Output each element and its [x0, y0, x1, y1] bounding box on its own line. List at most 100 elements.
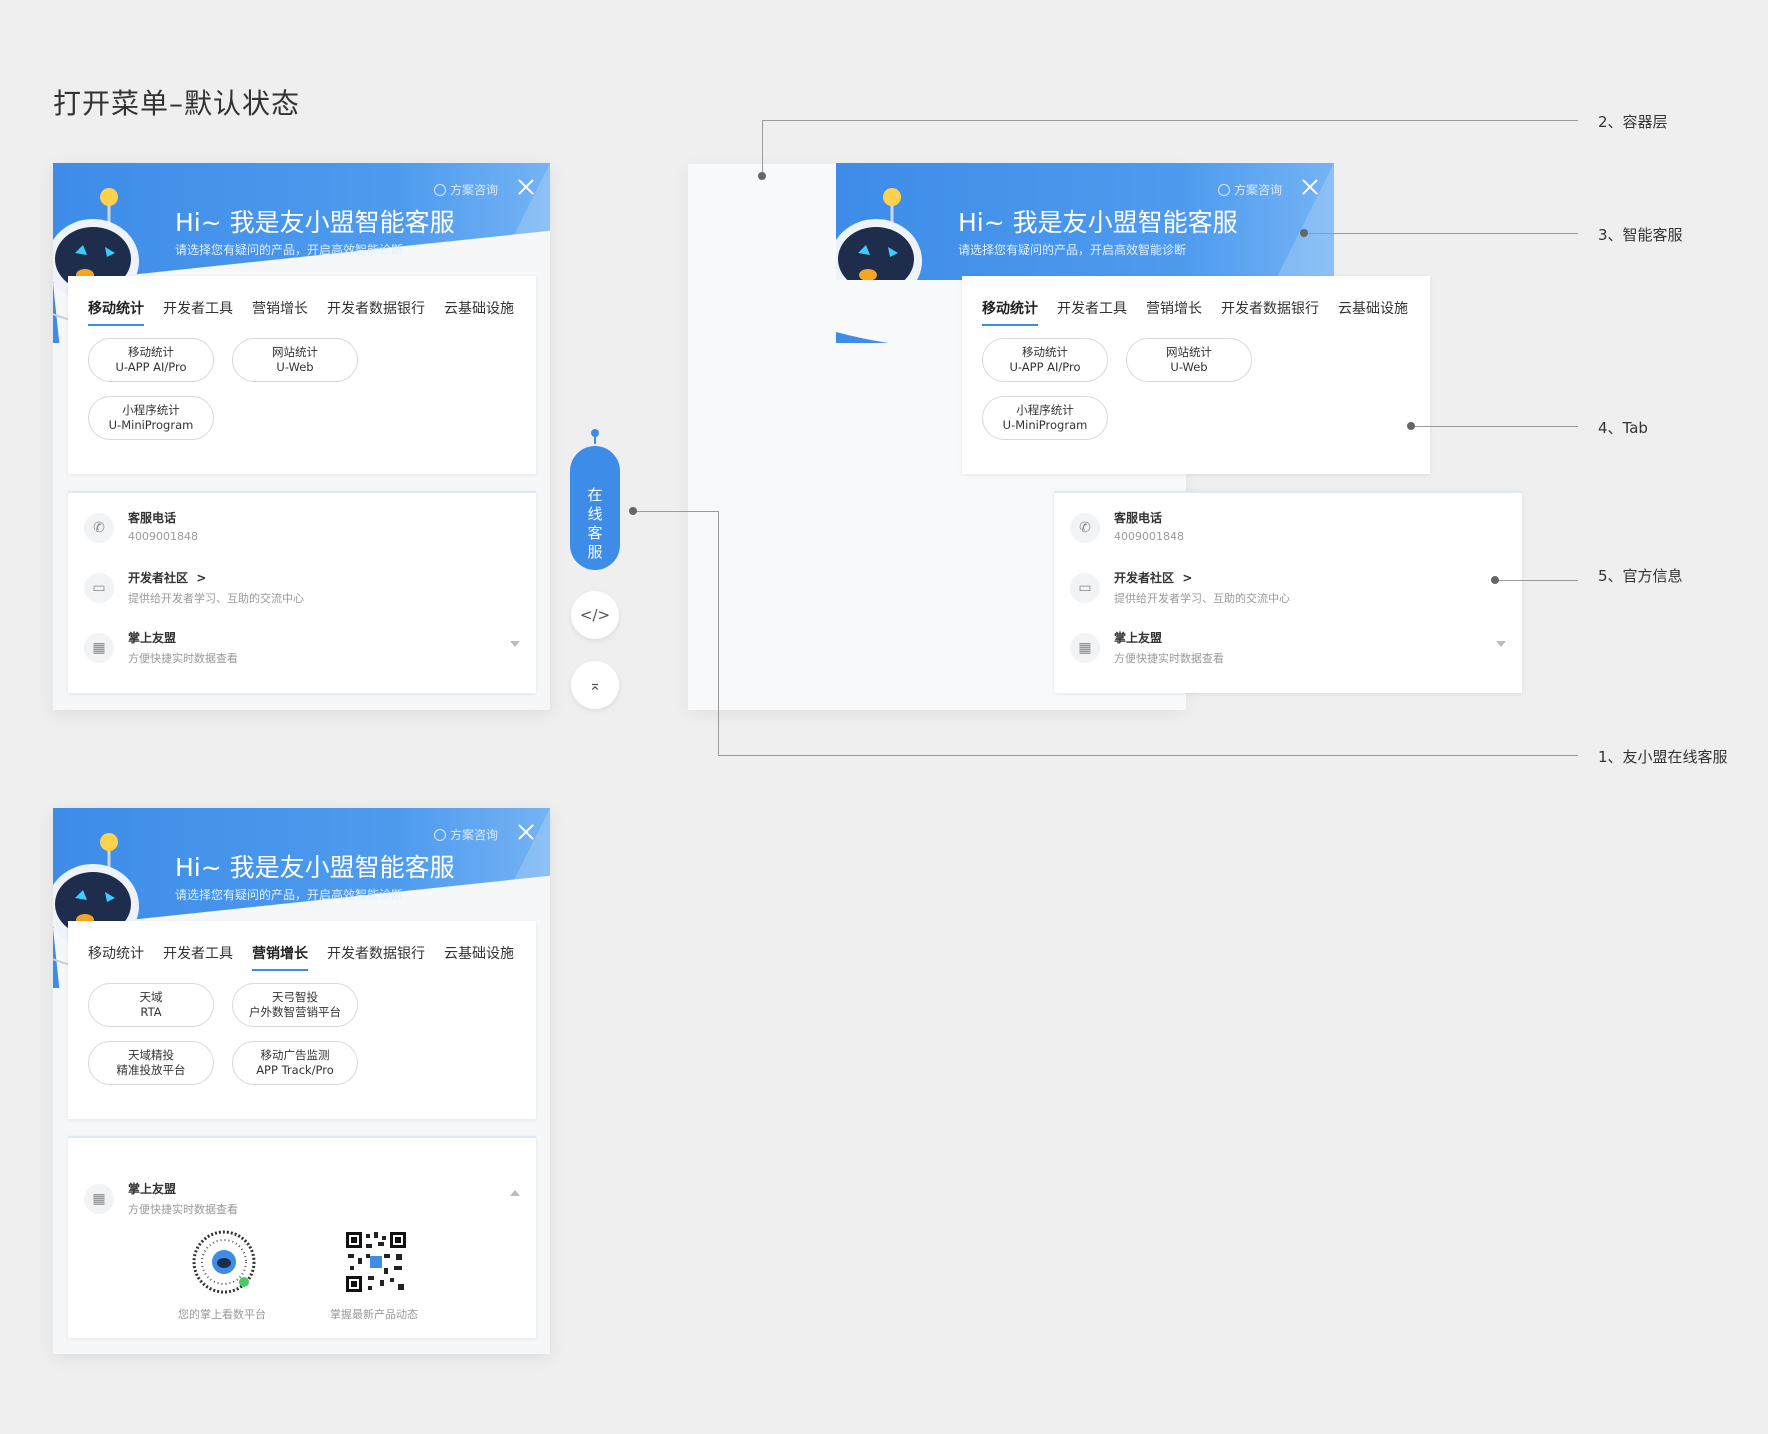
tab-marketing[interactable]: 营销增长 — [1146, 298, 1202, 326]
community-row[interactable]: ▭ 开发者社区 > 提供给开发者学习、互助的交流中心 — [1070, 569, 1290, 606]
qr-code-icon — [344, 1230, 408, 1294]
leader-line — [762, 120, 763, 176]
leader-line — [762, 120, 1578, 121]
mobile-app-row[interactable]: ▦ 掌上友盟 方便快捷实时数据查看 — [84, 629, 238, 666]
online-service-label: 在线客服 — [570, 486, 620, 562]
tab-dev-tools[interactable]: 开发者工具 — [163, 298, 233, 326]
tab-bar: 移动统计 开发者工具 营销增长 开发者数据银行 云基础设施 — [88, 943, 514, 971]
product-pill[interactable]: 天域 RTA — [88, 983, 214, 1027]
leader-line — [1304, 233, 1578, 234]
qr-left-label: 您的掌上看数平台 — [178, 1308, 266, 1321]
greeting-subtitle: 请选择您有疑问的产品，开启高效智能诊断 — [175, 888, 404, 902]
greeting-title: Hi~ 我是友小盟智能客服 — [175, 853, 455, 882]
leader-line — [1411, 426, 1578, 427]
product-pills: 天域 RTA 天弓智投 户外数智营销平台 天域精投 精准投放平台 移动广告监测 APP … — [88, 983, 488, 1085]
product-pills: 移动统计 U-APP AI/Pro 网站统计 U-Web 小程序统计 U-MiniPr… — [88, 338, 488, 440]
leader-dot — [1491, 576, 1499, 584]
annotation-official-info: 5、官方信息 — [1598, 567, 1683, 585]
consult-link[interactable]: 方案咨询 — [1217, 181, 1282, 198]
phone-icon: ✆ — [84, 513, 114, 543]
tab-card: 移动统计 开发者工具 营销增长 开发者数据银行 云基础设施 移动统计 U-APP … — [962, 276, 1430, 474]
chevron-down-icon[interactable] — [1496, 641, 1506, 647]
tab-bar: 移动统计 开发者工具 营销增长 开发者数据银行 云基础设施 — [982, 298, 1408, 326]
qr-icon: ▦ — [84, 633, 114, 663]
tab-mobile-stats[interactable]: 移动统计 — [982, 298, 1038, 326]
phone-icon: ✆ — [1070, 513, 1100, 543]
tab-marketing[interactable]: 营销增长 — [252, 943, 308, 971]
chevron-down-icon[interactable] — [510, 641, 520, 647]
tab-data-bank[interactable]: 开发者数据银行 — [1221, 298, 1319, 326]
phone-row[interactable]: ✆ 客服电话 4009001848 — [84, 509, 198, 543]
product-pill[interactable]: 网站统计 U-Web — [232, 338, 358, 382]
leader-dot — [758, 172, 766, 180]
product-pills: 移动统计 U-APP AI/Pro 网站统计 U-Web 小程序统计 U-MiniPr… — [982, 338, 1382, 440]
product-pill[interactable]: 天弓智投 户外数智营销平台 — [232, 983, 358, 1027]
tab-dev-tools[interactable]: 开发者工具 — [1057, 298, 1127, 326]
product-pill[interactable]: 小程序统计 U-MiniProgram — [982, 396, 1108, 440]
qr-icon: ▦ — [1070, 633, 1100, 663]
greeting-subtitle: 请选择您有疑问的产品，开启高效智能诊断 — [958, 243, 1187, 257]
header-curve — [836, 280, 966, 350]
phone-row[interactable]: ✆ 客服电话 4009001848 — [1070, 509, 1184, 543]
tab-mobile-stats[interactable]: 移动统计 — [88, 943, 144, 971]
product-pill[interactable]: 移动广告监测 APP Track/Pro — [232, 1041, 358, 1085]
code-feedback-icon[interactable]: </> — [571, 591, 619, 639]
smile-icon — [433, 828, 446, 841]
online-service-char: 在 — [587, 486, 603, 504]
tab-card: 移动统计 开发者工具 营销增长 开发者数据银行 云基础设施 天域 RTA 天弓智投… — [68, 921, 536, 1119]
leader-dot — [1300, 229, 1308, 237]
qr-icon: ▦ — [84, 1184, 114, 1214]
smile-icon — [1217, 183, 1230, 196]
product-pill[interactable]: 网站统计 U-Web — [1126, 338, 1252, 382]
chat-panel-default: Hi~ 我是友小盟智能客服 请选择您有疑问的产品，开启高效智能诊断 方案咨询 移… — [53, 163, 550, 710]
miniprogram-code-icon — [192, 1230, 256, 1294]
tab-cloud[interactable]: 云基础设施 — [444, 298, 514, 326]
leader-line — [634, 511, 719, 512]
greeting-title: Hi~ 我是友小盟智能客服 — [958, 208, 1238, 237]
leader-line — [718, 755, 1578, 756]
product-pill[interactable]: 小程序统计 U-MiniProgram — [88, 396, 214, 440]
online-service-char: 服 — [587, 543, 603, 561]
smile-icon — [433, 183, 446, 196]
tab-mobile-stats[interactable]: 移动统计 — [88, 298, 144, 326]
greeting-subtitle: 请选择您有疑问的产品，开启高效智能诊断 — [175, 243, 404, 257]
product-pill[interactable]: 天域精投 精准投放平台 — [88, 1041, 214, 1085]
annotation-container: 2、容器层 — [1598, 113, 1668, 131]
annotation-smart-service: 3、智能客服 — [1598, 226, 1683, 244]
close-icon[interactable] — [516, 177, 536, 197]
tab-card: 移动统计 开发者工具 营销增长 开发者数据银行 云基础设施 移动统计 U-APP … — [68, 276, 536, 474]
online-service-char: 客 — [587, 524, 603, 542]
page-title: 打开菜单–默认状态 — [53, 87, 301, 120]
close-icon[interactable] — [516, 822, 536, 842]
official-info-card: ✆ 客服电话 4009001848 ▭ 开发者社区 > 提供给开发者学习、互助的交流… — [68, 491, 536, 693]
official-info-card-expanded: ▦ 掌上友盟 方便快捷实时数据查看 您的掌上看数平台 掌握最新产品动态 — [68, 1136, 536, 1338]
tab-cloud[interactable]: 云基础设施 — [1338, 298, 1408, 326]
annotation-tab: 4、Tab — [1598, 419, 1648, 437]
close-icon[interactable] — [1300, 177, 1320, 197]
qr-right-label: 掌握最新产品动态 — [330, 1308, 418, 1321]
leader-dot — [629, 507, 637, 515]
product-pill[interactable]: 移动统计 U-APP AI/Pro — [982, 338, 1108, 382]
mobile-app-row[interactable]: ▦ 掌上友盟 方便快捷实时数据查看 — [84, 1180, 238, 1217]
tab-dev-tools[interactable]: 开发者工具 — [163, 943, 233, 971]
tab-cloud[interactable]: 云基础设施 — [444, 943, 514, 971]
tab-marketing[interactable]: 营销增长 — [252, 298, 308, 326]
chat-panel-marketing: Hi~ 我是友小盟智能客服 请选择您有疑问的产品，开启高效智能诊断 方案咨询 移… — [53, 808, 550, 1354]
product-pill[interactable]: 移动统计 U-APP AI/Pro — [88, 338, 214, 382]
annotation-online-service: 1、友小盟在线客服 — [1598, 748, 1728, 766]
chat-icon: ▭ — [84, 573, 114, 603]
official-info-card: ✆ 客服电话 4009001848 ▭ 开发者社区 > 提供给开发者学习、互助的交流… — [1054, 491, 1522, 693]
mobile-app-row[interactable]: ▦ 掌上友盟 方便快捷实时数据查看 — [1070, 629, 1224, 666]
greeting-title: Hi~ 我是友小盟智能客服 — [175, 208, 455, 237]
online-service-button[interactable]: 在线客服 — [570, 446, 620, 570]
tab-data-bank[interactable]: 开发者数据银行 — [327, 298, 425, 326]
back-to-top-icon[interactable]: ⌅ — [571, 661, 619, 709]
leader-dot — [1407, 422, 1415, 430]
consult-link[interactable]: 方案咨询 — [433, 826, 498, 843]
leader-line — [718, 511, 719, 755]
consult-link[interactable]: 方案咨询 — [433, 181, 498, 198]
chevron-up-icon[interactable] — [510, 1190, 520, 1196]
community-row[interactable]: ▭ 开发者社区 > 提供给开发者学习、互助的交流中心 — [84, 569, 304, 606]
tab-data-bank[interactable]: 开发者数据银行 — [327, 943, 425, 971]
tab-bar: 移动统计 开发者工具 营销增长 开发者数据银行 云基础设施 — [88, 298, 514, 326]
